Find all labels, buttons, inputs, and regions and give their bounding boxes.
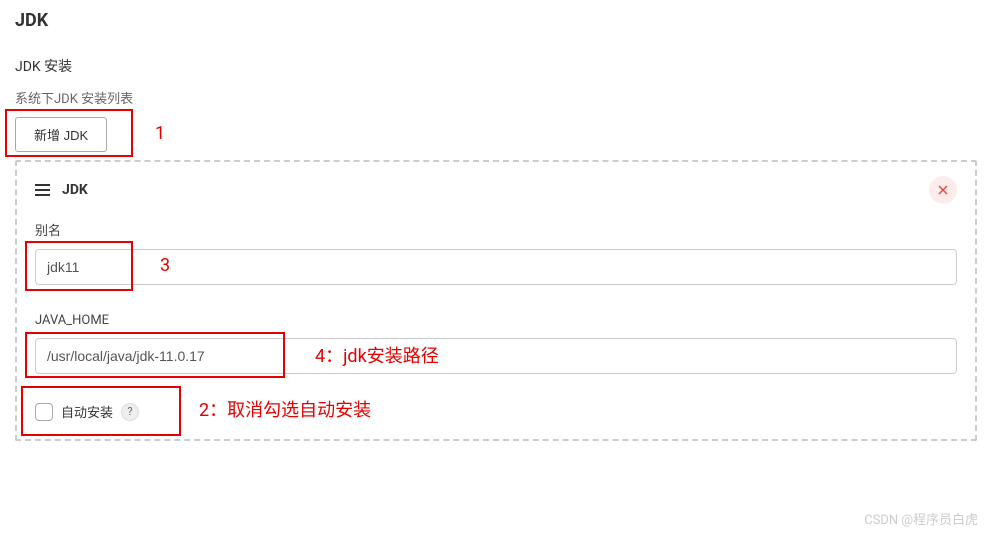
section-heading: JDK 安装: [15, 56, 977, 76]
panel-header: JDK: [35, 176, 957, 204]
add-jdk-button[interactable]: 新增 JDK: [15, 117, 107, 152]
annotation-label: 1: [155, 123, 165, 144]
annotation-label: 3: [160, 255, 170, 276]
list-label: 系统下JDK 安装列表: [15, 88, 977, 107]
help-icon[interactable]: ?: [121, 403, 139, 421]
auto-install-checkbox[interactable]: [35, 403, 53, 421]
jdk-config-panel: JDK 别名 3 JAVA_HOME 4：jdk安装路径 自动安装 ? 2：取消…: [15, 160, 977, 441]
auto-install-row: 自动安装 ? 2：取消勾选自动安装: [35, 402, 957, 421]
watermark: CSDN @程序员白虎: [864, 509, 978, 528]
close-icon: [938, 185, 948, 195]
java-home-field-group: JAVA_HOME 4：jdk安装路径: [35, 313, 957, 374]
annotation-label: 2：取消勾选自动安装: [199, 396, 371, 422]
alias-label: 别名: [35, 220, 957, 239]
alias-field-group: 别名 3: [35, 220, 957, 285]
close-button[interactable]: [929, 176, 957, 204]
drag-handle-icon[interactable]: [35, 184, 50, 196]
java-home-input[interactable]: [35, 338, 957, 374]
auto-install-label: 自动安装: [61, 402, 113, 421]
annotation-label: 4：jdk安装路径: [315, 342, 439, 368]
panel-title: JDK: [62, 182, 88, 198]
page-title: JDK: [15, 10, 977, 31]
alias-input[interactable]: [35, 249, 957, 285]
java-home-label: JAVA_HOME: [35, 313, 957, 328]
